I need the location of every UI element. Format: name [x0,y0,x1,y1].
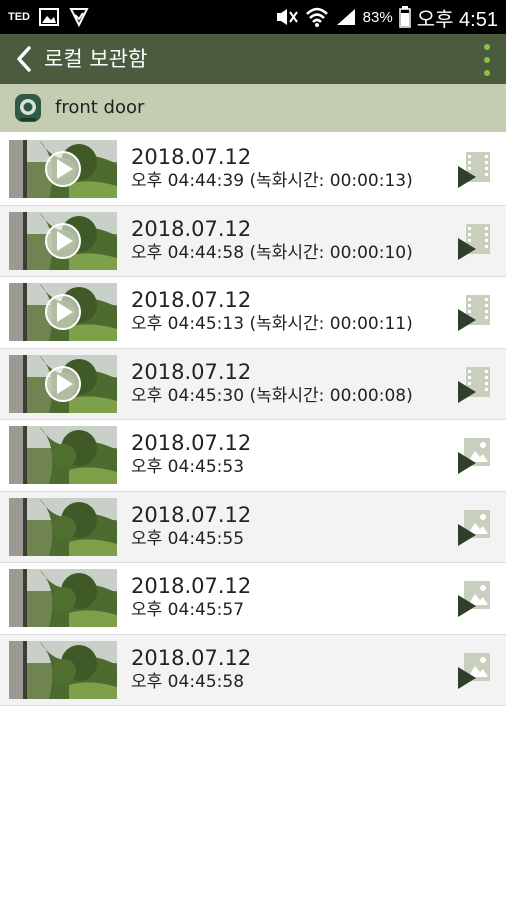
page-title: 로컬 보관함 [44,47,148,71]
list-item[interactable]: 2018.07.12 오후 04:45:57 [0,563,506,635]
mute-icon [276,9,298,25]
video-film-icon [458,223,490,260]
status-bar: TED 83% 오후 4:51 [0,0,506,34]
recording-date: 2018.07.12 [131,574,252,598]
recording-list: 2018.07.12 오후 04:44:39 (녹화시간: 00:00:13) … [0,134,506,706]
recording-time: 오후 04:45:58 [131,671,245,692]
recording-date: 2018.07.12 [131,645,252,670]
battery-icon [398,6,411,28]
video-thumbnail[interactable] [9,354,117,413]
recording-time: 오후 04:45:55 [131,528,245,549]
list-item[interactable]: 2018.07.12 오후 04:45:13 (녹화시간: 00:00:11) [0,277,506,349]
image-thumbnail[interactable] [9,497,117,556]
camera-name: front door [55,97,145,118]
video-thumbnail[interactable] [9,283,117,341]
recording-date: 2018.07.12 [131,431,252,455]
gallery-notification-icon [39,8,59,26]
recording-time: 오후 04:45:53 [131,457,245,477]
list-item[interactable]: 2018.07.12 오후 04:45:53 [0,420,506,492]
video-film-icon [458,152,490,188]
download-notification-icon [69,8,89,27]
image-thumbnail[interactable] [9,569,117,627]
recording-time: 오후 04:44:58 (녹화시간: 00:00:10) [131,242,413,263]
app-bar: 로컬 보관함 [0,34,506,84]
list-item[interactable]: 2018.07.12 오후 04:44:39 (녹화시간: 00:00:13) [0,134,506,206]
camera-header: front door [0,84,506,132]
list-item[interactable]: 2018.07.12 오후 04:45:30 (녹화시간: 00:00:08) [0,348,506,420]
image-thumbnail[interactable] [9,426,117,484]
recording-time: 오후 04:45:13 (녹화시간: 00:00:11) [131,314,413,334]
recording-date: 2018.07.12 [131,145,252,169]
carrier-label: TED [8,11,30,23]
image-icon [458,509,490,546]
image-icon [458,581,490,617]
back-arrow-icon[interactable] [10,44,40,74]
wifi-icon [305,7,328,27]
video-thumbnail[interactable] [9,211,117,270]
recording-time: 오후 04:45:30 (녹화시간: 00:00:08) [131,385,413,406]
recording-time: 오후 04:45:57 [131,600,245,620]
image-thumbnail[interactable] [9,640,117,699]
overflow-menu-icon[interactable] [482,44,492,76]
list-item[interactable]: 2018.07.12 오후 04:45:55 [0,491,506,563]
signal-icon [336,9,355,25]
image-icon [458,652,490,689]
list-item[interactable]: 2018.07.12 오후 04:45:58 [0,634,506,706]
recording-date: 2018.07.12 [131,288,252,312]
camera-icon [15,94,41,122]
recording-date: 2018.07.12 [131,502,252,527]
video-film-icon [458,366,490,403]
list-item[interactable]: 2018.07.12 오후 04:44:58 (녹화시간: 00:00:10) [0,205,506,277]
clock: 오후 4:51 [416,8,498,31]
video-film-icon [458,295,490,331]
video-thumbnail[interactable] [9,140,117,198]
status-right: 83% 오후 4:51 [275,0,498,34]
recording-time: 오후 04:44:39 (녹화시간: 00:00:13) [131,171,413,191]
status-left: TED [8,0,90,34]
battery-percent: 83% [362,8,393,26]
recording-date: 2018.07.12 [131,216,252,241]
recording-date: 2018.07.12 [131,359,252,384]
image-icon [458,438,490,474]
